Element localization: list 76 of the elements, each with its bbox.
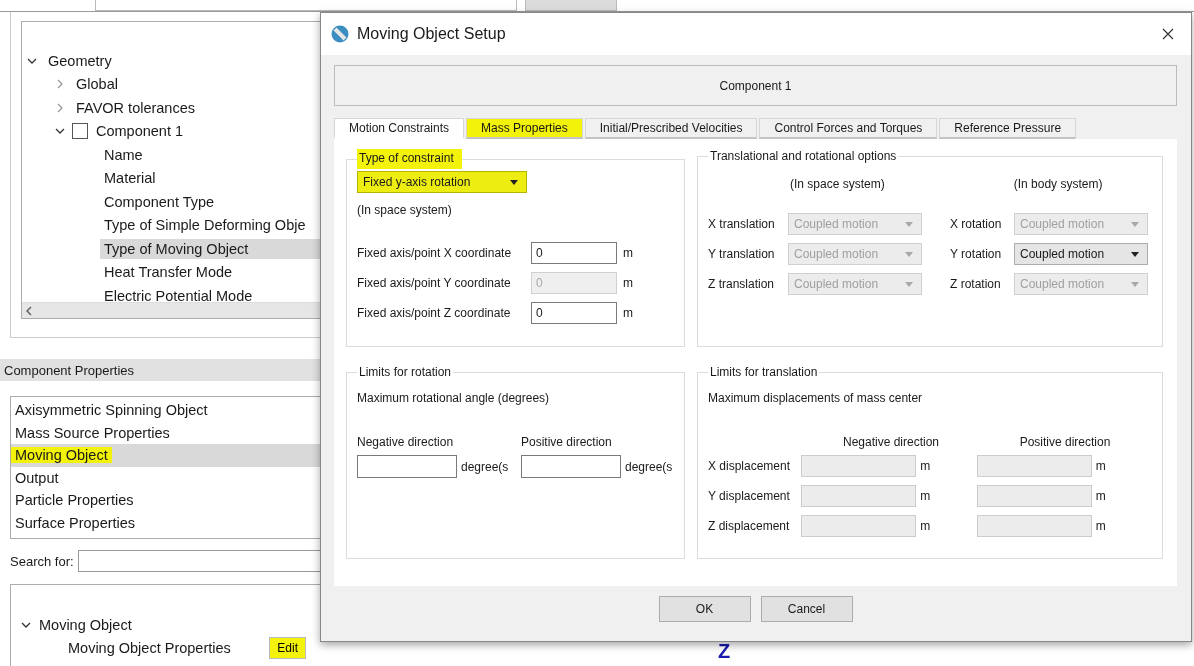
- close-icon[interactable]: [1162, 28, 1174, 40]
- field-label: Fixed axis/point Z coordinate: [357, 306, 512, 320]
- group-title: Limits for rotation: [358, 365, 453, 379]
- input-field[interactable]: 0: [531, 242, 617, 264]
- dropdown-arrow-icon: [1131, 281, 1139, 287]
- field-label: Z displacement: [708, 519, 791, 533]
- tab[interactable]: Mass Properties: [466, 118, 583, 139]
- input-field[interactable]: [357, 455, 457, 478]
- tab[interactable]: Motion Constraints: [334, 118, 465, 139]
- checkbox[interactable]: [72, 123, 88, 140]
- chevron-right-icon[interactable]: [55, 102, 65, 113]
- group-title: Limits for translation: [709, 365, 819, 379]
- dialog-title: Moving Object Setup: [357, 25, 506, 43]
- unit-label: degree(s: [461, 459, 509, 474]
- list-item-label: Moving Object: [11, 447, 112, 464]
- column-heading: (In space system): [790, 177, 885, 191]
- axis-label: Z: [718, 640, 731, 663]
- tab[interactable]: Reference Pressure: [939, 118, 1077, 139]
- unit-label: m: [919, 489, 932, 503]
- tab[interactable]: Initial/Prescribed Velocities: [584, 118, 758, 139]
- search-field[interactable]: [95, 0, 517, 11]
- field-label: Z translation: [708, 277, 776, 291]
- field-label: Fixed axis/point Y coordinate: [357, 276, 512, 290]
- field-label: X displacement: [708, 459, 792, 473]
- description-text: Maximum displacements of mass center: [708, 391, 924, 405]
- chevron-right-icon[interactable]: [55, 79, 65, 90]
- group-title: Type of constraint: [357, 149, 462, 169]
- unit-label: m: [1094, 519, 1107, 533]
- unit-label: m: [919, 459, 932, 473]
- search-label: Search for:: [10, 553, 74, 569]
- input-field[interactable]: 0: [531, 302, 617, 324]
- input-field[interactable]: [521, 455, 621, 478]
- list-item-label: Surface Properties: [14, 514, 137, 531]
- dropdown-arrow-icon: [1131, 221, 1139, 227]
- field-label: Z rotation: [950, 277, 1002, 291]
- unit-label: m: [623, 246, 633, 260]
- dialog-button[interactable]: Cancel: [760, 596, 853, 622]
- unit-label: m: [1094, 459, 1107, 473]
- field-label: Y rotation: [950, 247, 1003, 261]
- list-item-label: Output: [14, 469, 60, 486]
- field-label: X rotation: [950, 217, 1003, 231]
- column-heading: (In body system): [1013, 177, 1103, 191]
- dropdown-arrow-icon: [905, 251, 913, 257]
- component-name: Component 1: [719, 78, 792, 93]
- find-button[interactable]: [525, 0, 617, 11]
- unit-label: m: [919, 519, 932, 533]
- unit-label: m: [623, 276, 633, 290]
- field-label: Negative direction: [357, 435, 455, 449]
- dropdown-arrow-icon: [1131, 251, 1139, 257]
- list-item-label: Particle Properties: [14, 492, 135, 509]
- column-heading: Negative direction: [841, 435, 941, 449]
- dialog-button[interactable]: OK: [658, 596, 751, 622]
- dropdown-arrow-icon: [905, 281, 913, 287]
- field-label: Y translation: [708, 247, 776, 261]
- dropdown-arrow-icon: [905, 221, 913, 227]
- edit-button[interactable]: Edit: [269, 636, 306, 659]
- list-item-label: Axisymmetric Spinning Object: [14, 402, 209, 419]
- column-heading: Positive direction: [1018, 435, 1112, 449]
- tree-item[interactable]: Moving Object: [39, 616, 132, 633]
- field-label: Y displacement: [708, 489, 791, 503]
- scroll-left-icon[interactable]: [26, 305, 32, 316]
- dropdown[interactable]: Fixed y-axis rotation: [357, 171, 527, 193]
- dropdown[interactable]: Coupled motion: [1014, 243, 1148, 265]
- dropdown-arrow-icon: [510, 179, 518, 185]
- field-label: Positive direction: [521, 435, 613, 449]
- description-text: Maximum rotational angle (degrees): [357, 391, 551, 405]
- tab[interactable]: Control Forces and Torques: [759, 118, 938, 139]
- list-item-label: Mass Source Properties: [14, 424, 171, 441]
- note-text: (In space system): [357, 203, 453, 217]
- unit-label: m: [1094, 489, 1107, 503]
- field-label: Fixed axis/point X coordinate: [357, 246, 513, 260]
- field-label: X translation: [708, 217, 776, 231]
- group-title: Translational and rotational options: [709, 149, 898, 163]
- unit-label: degree(s: [625, 459, 673, 474]
- tree-item[interactable]: Moving Object Properties: [68, 639, 231, 656]
- unit-label: m: [623, 306, 633, 320]
